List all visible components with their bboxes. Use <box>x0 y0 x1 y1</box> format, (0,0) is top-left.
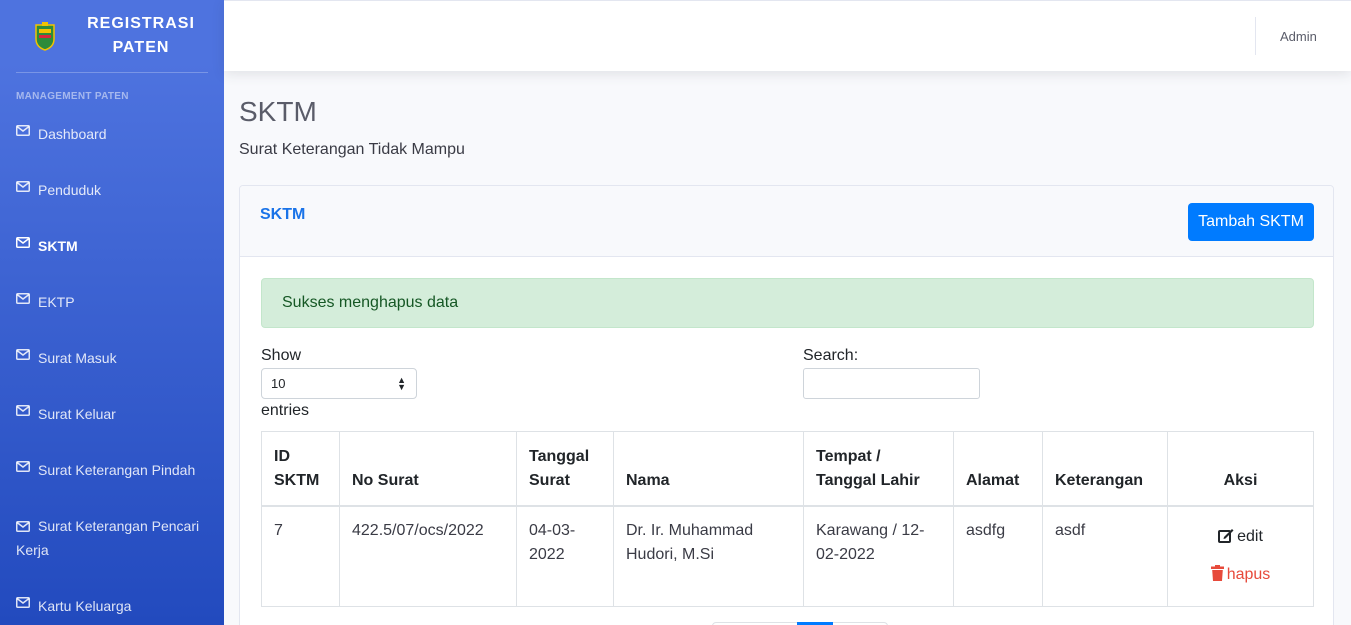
edit-label: edit <box>1237 527 1263 545</box>
col-header-no-surat[interactable]: No Surat <box>339 431 517 507</box>
cell-tanggal: 04-03-2022 <box>516 505 614 607</box>
cell-id: 7 <box>261 505 340 607</box>
sidebar-item-label: Surat Keterangan Pindah <box>38 462 196 478</box>
cell-ttl: Karawang / 12-02-2022 <box>803 505 954 607</box>
topbar-divider <box>1255 17 1256 55</box>
edit-icon <box>1218 528 1234 543</box>
entries-label: entries <box>261 402 310 419</box>
sidebar-item-ektp[interactable]: EKTP <box>0 290 224 314</box>
sidebar-item-surat-masuk[interactable]: Surat Masuk <box>0 346 224 370</box>
sidebar-item-surat-keluar[interactable]: Surat Keluar <box>0 402 224 426</box>
entries-select[interactable]: 10 ▲ ▼ <box>261 368 417 399</box>
brand[interactable]: REGISTRASI PATEN <box>0 0 224 72</box>
sktm-card: SKTM Tambah SKTM Sukses menghapus data S… <box>239 185 1334 625</box>
user-menu[interactable]: Admin <box>1280 29 1317 44</box>
envelope-icon <box>16 405 30 416</box>
sidebar-item-label: EKTP <box>38 294 75 310</box>
cell-keterangan: asdf <box>1042 505 1168 607</box>
search-label: Search: <box>803 347 859 364</box>
table-row: 7 422.5/07/ocs/2022 04-03-2022 Dr. Ir. M… <box>261 505 1314 607</box>
sktm-table: ID SKTM No Surat Tanggal Surat Nama Temp… <box>261 431 1314 607</box>
show-label: Show <box>261 347 302 364</box>
entries-select-value: 10 <box>271 376 286 391</box>
sidebar: REGISTRASI PATEN MANAGEMENT PATEN Dashbo… <box>0 0 224 625</box>
card-title: SKTM <box>260 206 306 223</box>
envelope-icon <box>16 597 30 608</box>
cell-aksi: edit hapus <box>1167 505 1314 607</box>
envelope-icon <box>16 125 30 136</box>
add-sktm-button[interactable]: Tambah SKTM <box>1188 203 1314 241</box>
search-input[interactable] <box>803 368 980 399</box>
card-header: SKTM Tambah SKTM <box>240 186 1333 257</box>
cell-nama: Dr. Ir. Muhammad Hudori, M.Si <box>613 505 804 607</box>
sidebar-item-label: Dashboard <box>38 126 107 142</box>
table-header-row: ID SKTM No Surat Tanggal Surat Nama Temp… <box>261 431 1314 507</box>
cell-no-surat: 422.5/07/ocs/2022 <box>339 505 517 607</box>
sidebar-item-label: Surat Masuk <box>38 350 117 366</box>
topbar: Admin <box>224 0 1351 71</box>
envelope-icon <box>16 293 30 304</box>
delete-label: hapus <box>1226 565 1271 583</box>
sidebar-item-penduduk[interactable]: Penduduk <box>0 178 224 202</box>
sidebar-item-dashboard[interactable]: Dashboard <box>0 122 224 146</box>
col-header-tanggal[interactable]: Tanggal Surat <box>516 431 614 507</box>
select-caret-icon: ▲ ▼ <box>397 375 406 392</box>
success-alert: Sukses menghapus data <box>261 278 1314 328</box>
col-header-ttl[interactable]: Tempat / Tanggal Lahir <box>803 431 954 507</box>
envelope-icon <box>16 181 30 192</box>
sidebar-item-label: Surat Keterangan Pencari Kerja <box>16 518 200 558</box>
page-subtitle: Surat Keterangan Tidak Mampu <box>239 141 465 158</box>
col-header-aksi: Aksi <box>1167 431 1314 507</box>
envelope-icon <box>16 237 30 248</box>
delete-link[interactable]: hapus <box>1180 563 1301 587</box>
col-header-alamat[interactable]: Alamat <box>953 431 1043 507</box>
sidebar-item-label: SKTM <box>38 238 78 254</box>
sidebar-item-kartu-keluarga[interactable]: Kartu Keluarga <box>0 594 224 618</box>
envelope-icon <box>16 349 30 360</box>
sidebar-item-label: Surat Keluar <box>38 406 116 422</box>
sidebar-item-label: Penduduk <box>38 182 102 198</box>
sidebar-item-sktm[interactable]: SKTM <box>0 234 224 258</box>
sidebar-item-surat-keterangan-pindah[interactable]: Surat Keterangan Pindah <box>0 458 224 482</box>
page-title: SKTM <box>239 96 317 127</box>
trash-icon <box>1210 564 1224 581</box>
envelope-icon <box>16 521 30 532</box>
edit-link[interactable]: edit <box>1180 525 1301 549</box>
logo-emblem-icon <box>35 22 55 51</box>
sidebar-item-surat-keterangan-pencari-kerja[interactable]: Surat Keterangan Pencari Kerja <box>0 514 224 562</box>
sidebar-heading: MANAGEMENT PATEN <box>16 91 129 102</box>
col-header-nama[interactable]: Nama <box>613 431 804 507</box>
cell-alamat: asdfg <box>953 505 1043 607</box>
envelope-icon <box>16 461 30 472</box>
col-header-keterangan[interactable]: Keterangan <box>1042 431 1168 507</box>
col-header-id[interactable]: ID SKTM <box>261 431 340 507</box>
sidebar-item-label: Kartu Keluarga <box>38 598 132 614</box>
brand-title: REGISTRASI PATEN <box>87 15 195 56</box>
